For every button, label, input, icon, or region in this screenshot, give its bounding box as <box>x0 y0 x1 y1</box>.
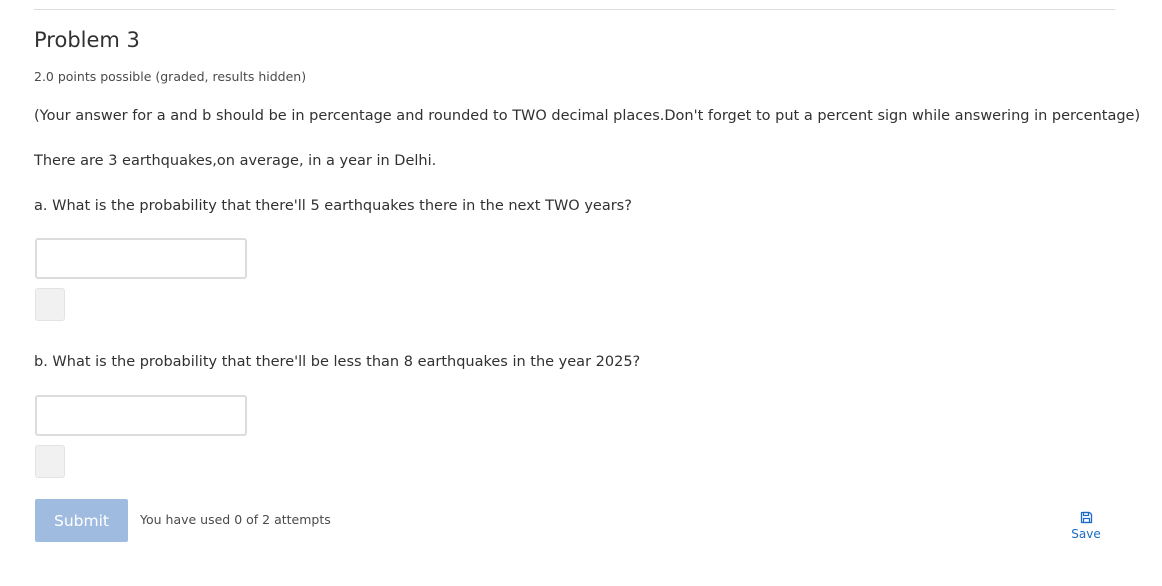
floppy-disk-icon <box>1080 511 1092 524</box>
answer-a-status-indicator <box>35 288 65 321</box>
save-button[interactable]: Save <box>1066 511 1106 551</box>
problem-title: Problem 3 <box>34 28 140 52</box>
answer-b-input[interactable] <box>35 395 247 436</box>
answer-b-status-indicator <box>35 445 65 478</box>
submit-button[interactable]: Submit <box>35 499 128 542</box>
attempts-used-text: You have used 0 of 2 attempts <box>140 512 331 527</box>
save-label: Save <box>1071 527 1101 541</box>
answer-a-input[interactable] <box>35 238 247 279</box>
top-divider <box>34 9 1115 10</box>
problem-page: Problem 3 2.0 points possible (graded, r… <box>0 0 1162 586</box>
context-text: There are 3 earthquakes,on average, in a… <box>34 153 437 169</box>
question-b-text: b. What is the probability that there'll… <box>34 354 641 370</box>
points-possible: 2.0 points possible (graded, results hid… <box>34 69 307 84</box>
question-a-text: a. What is the probability that there'll… <box>34 198 632 214</box>
instructions-text: (Your answer for a and b should be in pe… <box>34 108 1141 124</box>
